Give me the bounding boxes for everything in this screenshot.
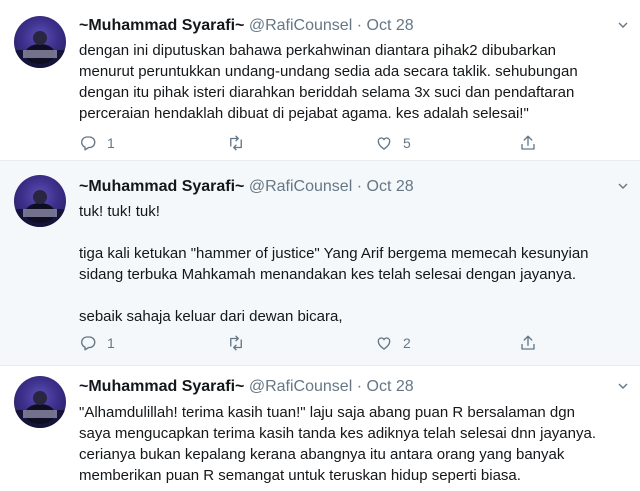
tweet[interactable]: ~Muhammad Syarafi~ @RafiCounsel · Oct 28… <box>0 0 640 160</box>
separator-dot: · <box>356 378 363 395</box>
tweet-header: ~Muhammad Syarafi~ @RafiCounsel · Oct 28 <box>79 178 414 196</box>
avatar[interactable] <box>14 16 66 68</box>
tweet-header: ~Muhammad Syarafi~ @RafiCounsel · Oct 28 <box>79 17 414 35</box>
share-icon <box>521 335 535 350</box>
share-button[interactable] <box>519 333 537 353</box>
tweet-text: tuk! tuk! tuk! tiga kali ketukan "hammer… <box>79 201 627 327</box>
tweet-text: dengan ini diputuskan bahawa perkahwinan… <box>79 40 627 124</box>
user-handle[interactable]: @RafiCounsel <box>249 178 352 195</box>
tweet-header: ~Muhammad Syarafi~ @RafiCounsel · Oct 28 <box>79 378 414 396</box>
chevron-down-icon[interactable] <box>618 181 628 191</box>
tweet-line: dengan itu pihak isteri diarahkan beridd… <box>79 84 575 101</box>
retweet-icon <box>230 135 242 151</box>
retweet-button[interactable] <box>227 333 245 353</box>
like-button[interactable]: 5 <box>375 133 411 153</box>
reply-count: 1 <box>107 135 115 151</box>
avatar[interactable] <box>14 175 66 227</box>
user-handle[interactable]: @RafiCounsel <box>249 378 352 395</box>
retweet-icon <box>230 335 242 351</box>
like-count: 5 <box>403 135 411 151</box>
heart-icon <box>377 337 391 350</box>
reply-button[interactable]: 1 <box>79 133 115 153</box>
tweet-line: sidang terbuka Mahkamah menandakan kes t… <box>79 266 576 283</box>
share-button[interactable] <box>519 133 537 153</box>
tweet-text: "Alhamdulillah! terima kasih tuan!" laju… <box>79 402 627 486</box>
tweet-date[interactable]: Oct 28 <box>367 178 414 195</box>
heart-icon <box>377 137 391 150</box>
display-name[interactable]: ~Muhammad Syarafi~ <box>79 378 244 395</box>
chevron-down-icon[interactable] <box>618 381 628 391</box>
separator-dot: · <box>356 178 363 195</box>
share-icon <box>521 135 535 150</box>
tweet-actions: 1 2 <box>79 333 539 353</box>
reply-icon <box>81 336 96 351</box>
display-name[interactable]: ~Muhammad Syarafi~ <box>79 17 244 34</box>
retweet-button[interactable] <box>227 133 245 153</box>
tweet-line: dengan ini diputuskan bahawa perkahwinan… <box>79 42 557 59</box>
tweet-date[interactable]: Oct 28 <box>367 378 414 395</box>
tweet-actions: 1 5 <box>79 133 539 153</box>
tweet-line: perceraian hendaklah dibuat di pejabat a… <box>79 105 529 122</box>
tweet-line: tuk! tuk! tuk! <box>79 203 160 220</box>
tweet-date[interactable]: Oct 28 <box>367 17 414 34</box>
tweet-line: saya mengucapkan terima kasih tanda kes … <box>79 425 596 442</box>
chevron-down-icon[interactable] <box>618 20 628 30</box>
like-button[interactable]: 2 <box>375 333 411 353</box>
tweet-line: memberikan puan R semangat untuk teruska… <box>79 467 521 484</box>
display-name[interactable]: ~Muhammad Syarafi~ <box>79 178 244 195</box>
reply-icon <box>81 136 96 151</box>
like-count: 2 <box>403 335 411 351</box>
reply-count: 1 <box>107 335 115 351</box>
reply-button[interactable]: 1 <box>79 333 115 353</box>
user-handle[interactable]: @RafiCounsel <box>249 17 352 34</box>
tweet[interactable]: ~Muhammad Syarafi~ @RafiCounsel · Oct 28… <box>0 365 640 491</box>
tweet[interactable]: ~Muhammad Syarafi~ @RafiCounsel · Oct 28… <box>0 160 640 365</box>
tweet-line: cerianya bukan kepalang kerana abangnya … <box>79 446 565 463</box>
separator-dot: · <box>356 17 363 34</box>
tweet-line: tiga kali ketukan "hammer of justice" Ya… <box>79 245 589 262</box>
tweet-line: menurut peruntukkan undang-undang sedia … <box>79 63 578 80</box>
tweet-line: sebaik sahaja keluar dari dewan bicara, <box>79 308 343 325</box>
avatar[interactable] <box>14 376 66 428</box>
tweet-line: "Alhamdulillah! terima kasih tuan!" laju… <box>79 404 575 421</box>
